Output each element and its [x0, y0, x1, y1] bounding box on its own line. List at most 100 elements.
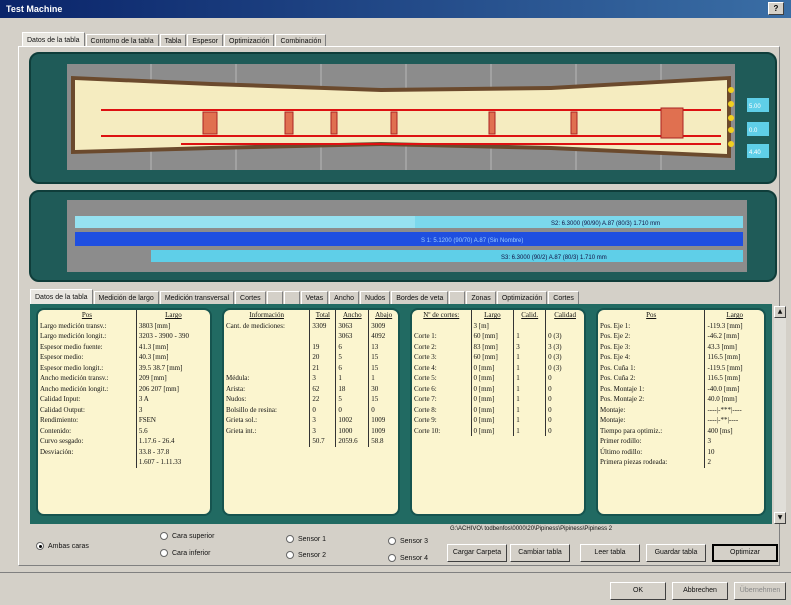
- table-cell: 18: [335, 383, 369, 394]
- table-cell: Último rodillo:: [600, 447, 643, 456]
- radio-dot-icon: [160, 532, 168, 540]
- sub-tab-0[interactable]: Datos de la tabla: [30, 289, 93, 304]
- radio-both-faces[interactable]: Ambas caras: [36, 542, 89, 550]
- sensor-bar-s2-hatch: [75, 216, 415, 228]
- radio-sensor-4[interactable]: Sensor 4: [388, 554, 428, 562]
- help-button[interactable]: ?: [768, 2, 784, 15]
- radio-label: Sensor 4: [400, 554, 429, 562]
- save-board-button[interactable]: Guardar tabla: [646, 544, 706, 562]
- table-row: Curvo sesgado: 1.17.6 - 26.4: [38, 436, 210, 447]
- table-cell: 3203 - 3900 - 390: [135, 331, 210, 342]
- radio-top-face[interactable]: Cara superior: [160, 532, 214, 540]
- sub-tab-11[interactable]: Zonas: [466, 291, 496, 304]
- table-row: Primera piezas rodeada: 2: [598, 457, 764, 468]
- table-row: Montaje: ----|-***|----: [598, 404, 764, 415]
- table-cell: 5: [335, 352, 369, 363]
- change-board-button[interactable]: Cambiar tabla: [510, 544, 570, 562]
- sub-tab-4[interactable]: [266, 291, 283, 304]
- radio-sensor-1[interactable]: Sensor 1: [286, 535, 326, 543]
- table-cell: 58.8: [368, 436, 398, 447]
- table-cell: Corte 5:: [414, 374, 437, 383]
- table-cell: Corte 4:: [414, 363, 437, 372]
- sub-tab-10[interactable]: [449, 291, 466, 304]
- table-row: Ancho medición transv.: 209 [mm]: [38, 373, 210, 384]
- table-row: Corte 1: 60 [mm] 1 0 (3): [412, 331, 584, 342]
- apply-button[interactable]: Übernehmen: [734, 582, 786, 600]
- main-tab-0[interactable]: Datos de la tabla: [22, 32, 85, 47]
- table-cell: 3 (3): [545, 341, 584, 352]
- sub-tab-5[interactable]: [283, 291, 300, 304]
- table-cell: Contenido:: [40, 426, 72, 435]
- table-cell: 3: [704, 436, 764, 447]
- sensor-bar-s3: [151, 250, 743, 262]
- sub-tab-7[interactable]: Ancho: [329, 291, 360, 304]
- table-cell: 43.3 [mm]: [704, 341, 764, 352]
- table-cell: 39.5 38.7 [mm]: [135, 362, 210, 373]
- table-cell: 0 [mm]: [470, 383, 514, 394]
- table-cell: 5: [335, 394, 369, 405]
- table-cell: 10: [704, 446, 764, 457]
- table-header-row: Información Total Ancho Abajo: [224, 310, 398, 321]
- sub-tab-9[interactable]: Bordes de veta: [391, 291, 449, 304]
- table-cell: 1.607 - 1.11.33: [135, 457, 210, 468]
- table-cell: Nudos:: [226, 395, 247, 404]
- tables-scrollbar[interactable]: ▲ ▼: [774, 306, 786, 524]
- sub-tab-8[interactable]: Nudos: [360, 291, 391, 304]
- window-titlebar: Test Machine: [0, 0, 791, 18]
- table-cell: 1: [513, 415, 546, 426]
- table-cell: 3063: [335, 320, 369, 331]
- right-value-1: 5.00: [749, 104, 761, 110]
- read-board-button[interactable]: Leer tabla: [580, 544, 640, 562]
- sub-tab-6[interactable]: Vetas: [300, 291, 329, 304]
- table-cell: Cant. de mediciones:: [226, 321, 285, 330]
- board-contour-graphic: 5.00 0.0 4.40: [67, 64, 769, 170]
- table-cell: 0: [545, 373, 584, 384]
- sub-tab-12[interactable]: Optimización: [496, 291, 548, 304]
- table-cell: 0 [mm]: [470, 362, 514, 373]
- optimize-button[interactable]: Optimizar: [712, 544, 778, 562]
- table-cell: 3: [309, 373, 336, 384]
- scroll-down-icon[interactable]: ▼: [774, 512, 786, 524]
- table-cell: 3063: [335, 331, 369, 342]
- table-row: Largo medición longit.: 3203 - 3900 - 390: [38, 331, 210, 342]
- sub-tab-1[interactable]: Medición de largo: [93, 291, 159, 304]
- table-row: 3063 4092: [224, 331, 398, 342]
- table-cell: Pos. Eje 3:: [600, 342, 631, 351]
- table-cell: Bolsillo de resina:: [226, 405, 277, 414]
- table-cell: 0: [309, 404, 336, 415]
- table-cell: ----|-**|----: [704, 415, 764, 426]
- table-row: Arista: 62 18 30: [224, 383, 398, 394]
- sub-tab-2[interactable]: Medición transversal: [159, 291, 235, 304]
- table-cell: Corte 3:: [414, 353, 437, 362]
- table-cell: 21: [309, 362, 336, 373]
- table-row: Pos. Montaje 1: -40.0 [mm]: [598, 383, 764, 394]
- table-row: Corte 4: 0 [mm] 1 0 (3): [412, 362, 584, 373]
- window-title: Test Machine: [6, 4, 63, 14]
- ok-button[interactable]: OK: [610, 582, 666, 600]
- table-cell: [224, 363, 310, 374]
- table-cell: [38, 457, 136, 468]
- table-cell: 3 [m]: [470, 320, 514, 331]
- sub-tab-13[interactable]: Cortes: [548, 291, 579, 304]
- radio-sensor-3[interactable]: Sensor 3: [388, 537, 428, 545]
- table-cell: -40.0 [mm]: [704, 383, 764, 394]
- table-cell: 1002: [335, 415, 369, 426]
- table-cell: Corte 1:: [414, 332, 437, 341]
- table-cell: -119.3 [mm]: [704, 320, 764, 331]
- table-cell: 400 [ms]: [704, 425, 764, 436]
- column-header: Largo: [135, 310, 210, 321]
- cancel-button[interactable]: Abbrechen: [672, 582, 728, 600]
- table-row: Pos. Eje 2: -46.2 [mm]: [598, 331, 764, 342]
- sub-tab-3[interactable]: Cortes: [235, 291, 266, 304]
- table-row: Desviación: 33.8 - 37.8: [38, 446, 210, 457]
- table-cell: Largo medición transv.:: [40, 321, 107, 330]
- radio-bottom-face[interactable]: Cara inferior: [160, 549, 211, 557]
- scroll-up-icon[interactable]: ▲: [774, 306, 786, 318]
- table-cell: 116.5 [mm]: [704, 373, 764, 384]
- table-cell: 3 A: [135, 394, 210, 405]
- table-cell: 206 207 [mm]: [135, 383, 210, 394]
- load-folder-button[interactable]: Cargar Carpeta: [447, 544, 507, 562]
- radio-sensor-2[interactable]: Sensor 2: [286, 551, 326, 559]
- column-header: Largo: [704, 310, 764, 321]
- sensor-bar-s1-label: S 1: 5.1200 (90/70) A.87 (Sin Nombre): [421, 238, 523, 244]
